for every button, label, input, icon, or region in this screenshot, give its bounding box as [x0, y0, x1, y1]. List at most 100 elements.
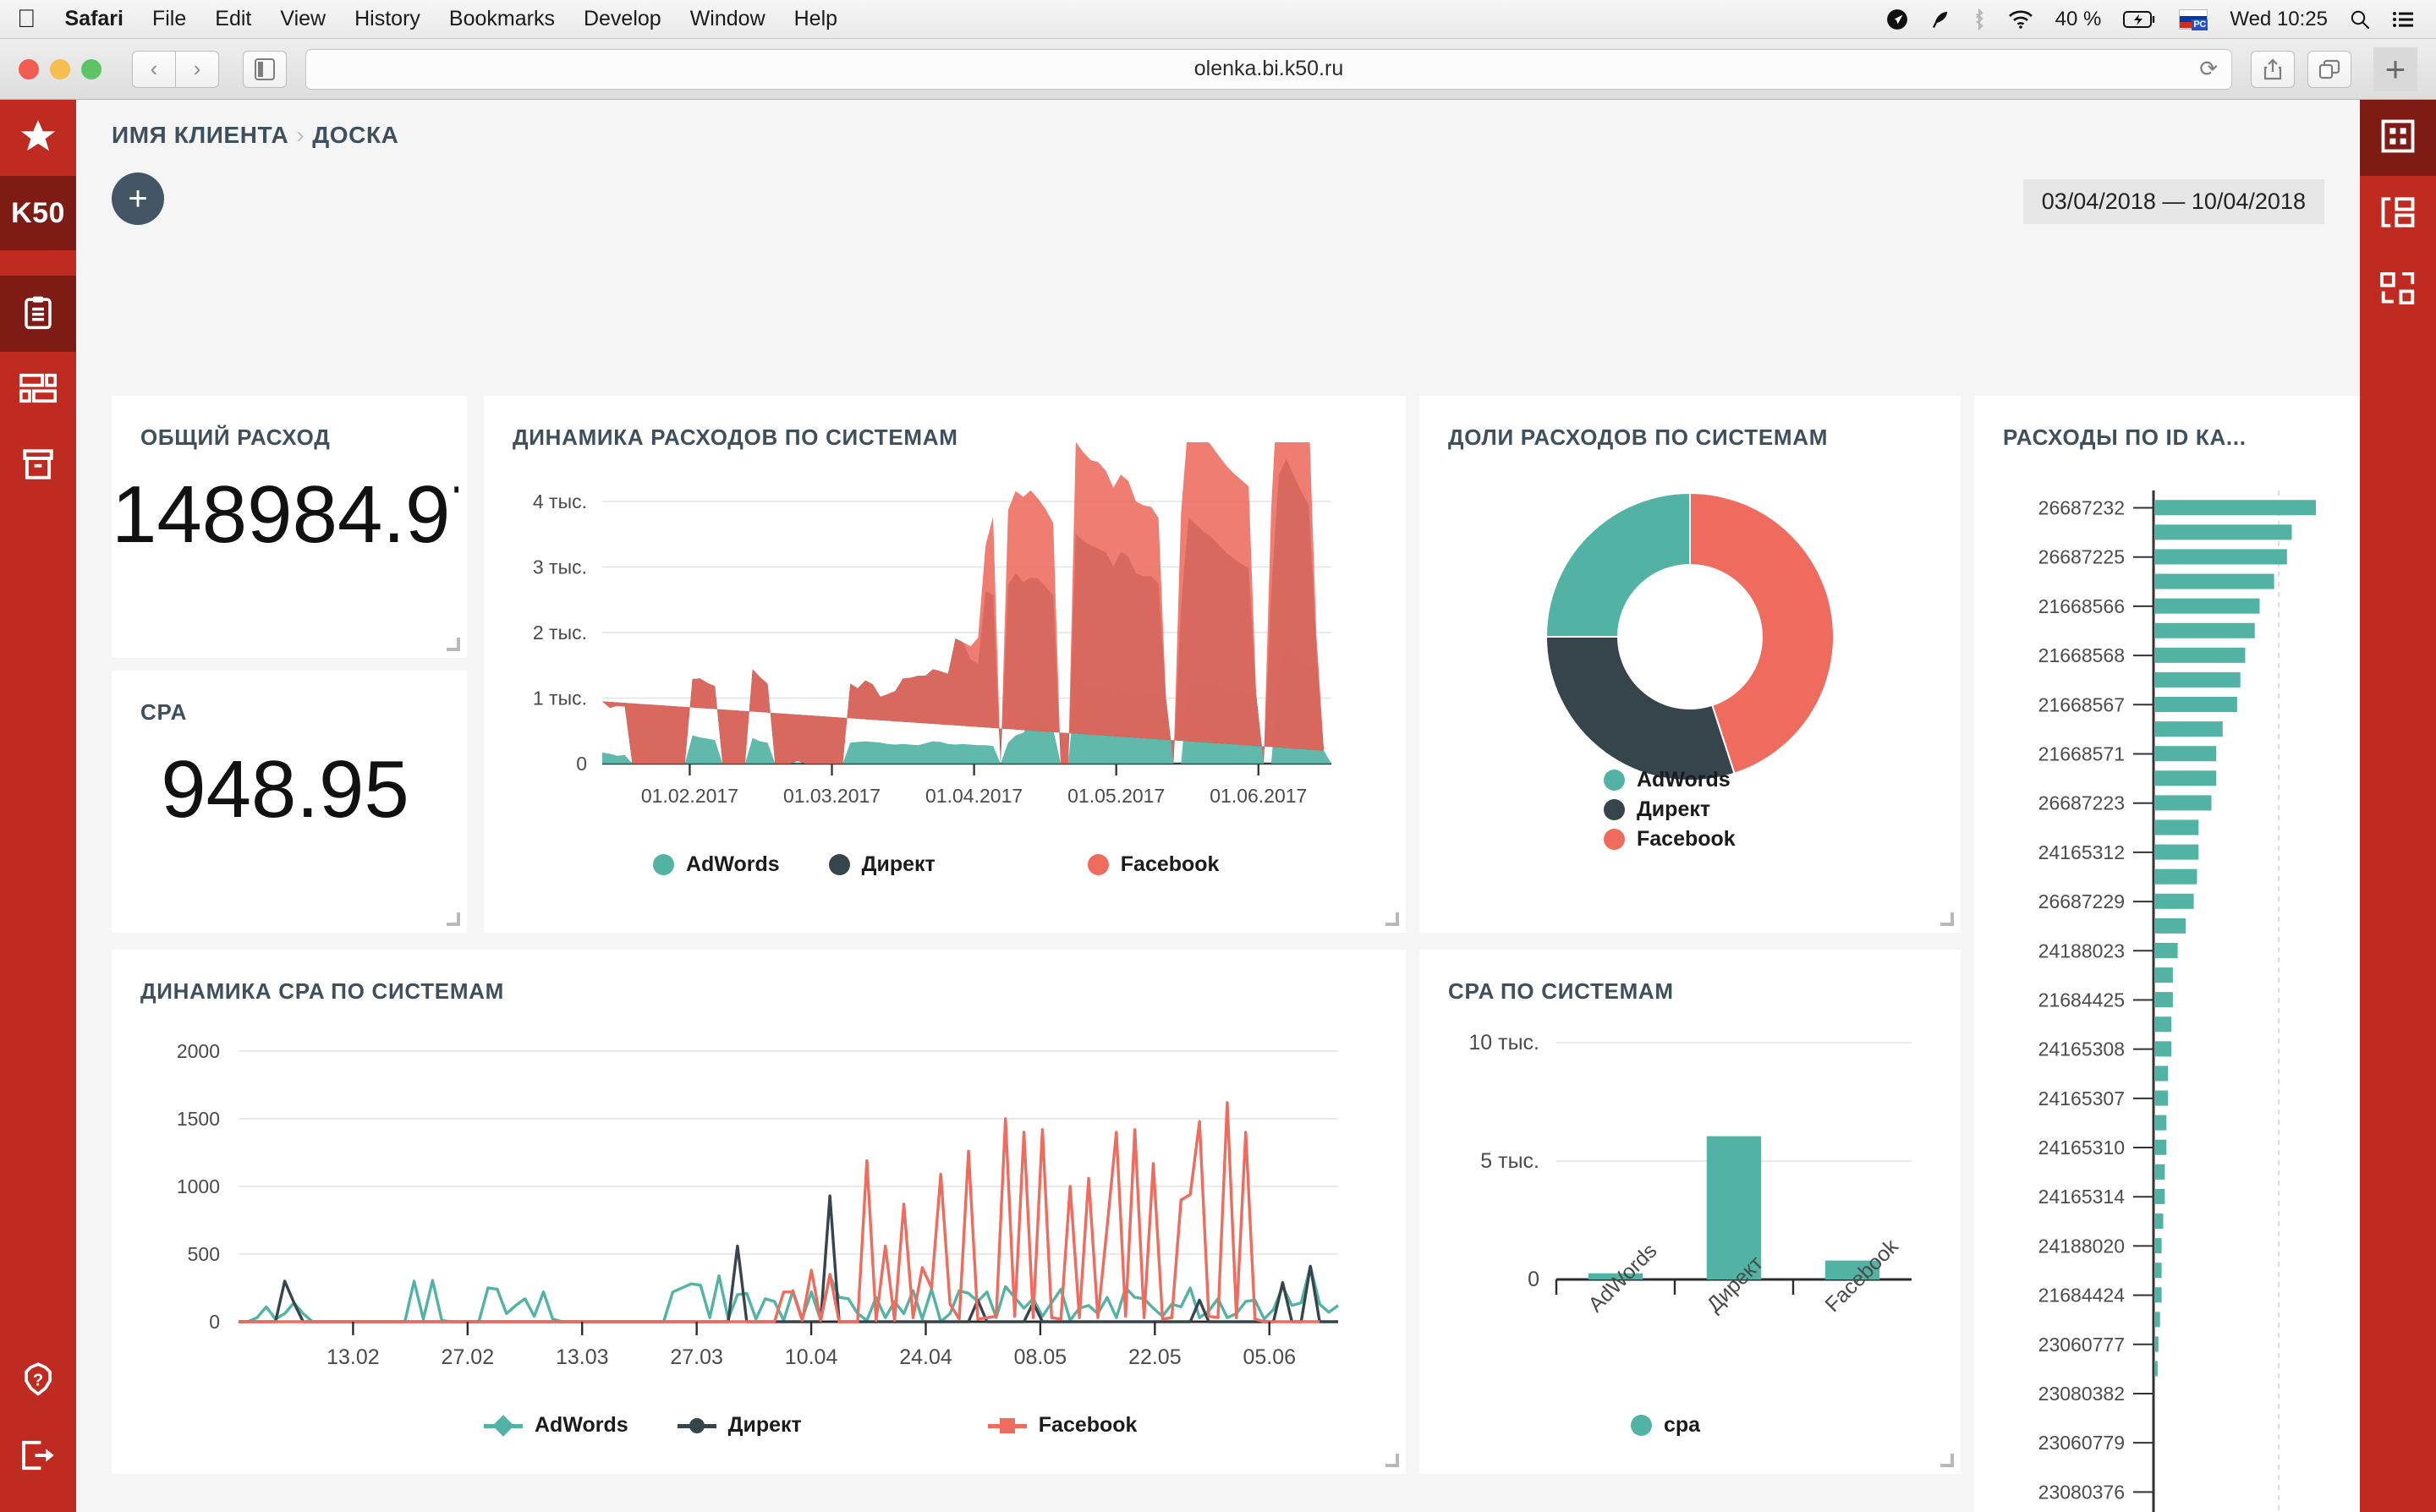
widget-cpa-dynamics[interactable]: ДИНАМИКА CPA ПО СИСТЕМАМ 0 500 1000 1500 200… [112, 950, 1406, 1474]
reload-icon[interactable]: ⟳ [2199, 56, 2218, 82]
minimize-window-button[interactable] [50, 58, 70, 79]
menu-window[interactable]: Window [690, 7, 765, 31]
wifi-icon[interactable] [2008, 9, 2033, 30]
bar[interactable] [2155, 1188, 2165, 1204]
breadcrumb-client[interactable]: ИМЯ КЛИЕНТА [112, 122, 288, 148]
sidebar-item-archive[interactable] [0, 428, 76, 504]
bar[interactable] [2155, 622, 2255, 638]
bar[interactable] [2155, 746, 2217, 762]
bar[interactable] [2155, 819, 2199, 835]
apple-menu-icon[interactable]:  [17, 6, 36, 32]
bar[interactable] [2155, 1336, 2159, 1352]
bar[interactable] [2155, 647, 2246, 663]
nav-buttons: ‹ › [132, 50, 219, 88]
menu-view[interactable]: View [280, 7, 326, 31]
flag-ru-icon[interactable]: РС [2179, 8, 2208, 30]
menu-bookmarks[interactable]: Bookmarks [449, 7, 555, 31]
right-nav-widgets-grid[interactable] [2360, 100, 2436, 176]
feather-icon[interactable] [1930, 8, 1950, 30]
resize-handle[interactable] [447, 912, 460, 926]
menu-edit[interactable]: Edit [215, 7, 251, 31]
bar[interactable] [2155, 967, 2173, 983]
breadcrumb-board[interactable]: ДОСКА [312, 122, 398, 148]
maximize-window-button[interactable] [81, 58, 102, 79]
bar[interactable] [2155, 1263, 2162, 1279]
donut-slice-AdWords[interactable] [1544, 491, 1691, 638]
bar[interactable] [2155, 573, 2274, 589]
bar[interactable] [2155, 524, 2292, 540]
bar[interactable] [2155, 1287, 2162, 1303]
bar[interactable] [2155, 1164, 2165, 1180]
resize-handle[interactable] [447, 638, 460, 651]
bar[interactable] [2155, 1312, 2160, 1328]
bar[interactable] [2155, 795, 2212, 811]
legend-swatch [1631, 1415, 1652, 1436]
menu-safari[interactable]: Safari [65, 7, 123, 31]
bar[interactable] [2155, 1139, 2167, 1155]
bar[interactable] [2155, 868, 2197, 885]
bar[interactable] [2155, 1090, 2169, 1106]
close-window-button[interactable] [19, 58, 39, 79]
tab-overview-icon[interactable] [2307, 50, 2351, 88]
new-tab-button[interactable]: + [2373, 47, 2417, 91]
back-button[interactable]: ‹ [132, 50, 176, 88]
bar[interactable] [2155, 598, 2260, 614]
sidebar-item-help[interactable]: ? [0, 1343, 76, 1419]
sidebar-toggle-icon[interactable] [243, 50, 287, 88]
forward-button[interactable]: › [175, 50, 219, 88]
resize-handle[interactable] [1385, 1454, 1399, 1467]
widget-total-spend[interactable]: ОБЩИЙ РАСХОД 148984.97 [112, 396, 467, 658]
widget-cpa-kpi[interactable]: CPA 948.95 [112, 671, 467, 933]
sidebar-item-logout[interactable] [0, 1419, 76, 1495]
bar[interactable] [2155, 500, 2316, 516]
sidebar-brand-k50[interactable]: K50 [0, 176, 76, 250]
bar[interactable] [2155, 1213, 2164, 1230]
bar[interactable] [2155, 1041, 2171, 1057]
widget-cpa-by-system[interactable]: CPA ПО СИСТЕМАМ 05 тыс. 10 тыс. AdWords Дир… [1419, 950, 1961, 1474]
bar[interactable] [2155, 918, 2186, 934]
bar[interactable] [2155, 721, 2223, 737]
layout-split-icon [2380, 196, 2416, 233]
bar-category-label: 24165308 [2038, 1038, 2125, 1060]
bar[interactable] [2155, 1016, 2171, 1033]
battery-icon[interactable] [2123, 10, 2157, 29]
bar[interactable] [2155, 1066, 2169, 1082]
bar[interactable] [2155, 992, 2173, 1008]
spotlight-search-icon[interactable] [2350, 9, 2370, 30]
date-range-picker[interactable]: 03/04/2018 — 10/04/2018 [2022, 179, 2324, 224]
location-icon[interactable] [1886, 8, 1908, 30]
sidebar-item-dashboards[interactable] [0, 352, 76, 428]
widget-spend-by-id[interactable]: РАСХОДЫ ПО ID КА... 26687232 26687225 2166… [1974, 396, 2360, 1512]
cpa-value: 948.95 [161, 744, 409, 835]
widget-spend-dynamics[interactable]: ДИНАМИКА РАСХОДОВ ПО СИСТЕМАМ 01 тыс. 2 т… [484, 396, 1406, 933]
share-icon[interactable] [2251, 50, 2295, 88]
bar[interactable] [2155, 893, 2194, 909]
menu-file[interactable]: File [152, 7, 186, 31]
bar[interactable] [2155, 942, 2178, 958]
right-nav-layout-split[interactable] [2360, 176, 2436, 252]
donut-slice-Директ[interactable] [1544, 636, 1736, 781]
bar[interactable] [2155, 696, 2237, 713]
bar[interactable] [2155, 1361, 2158, 1377]
bar[interactable] [2155, 770, 2217, 786]
bar[interactable] [2155, 1115, 2167, 1131]
menu-develop[interactable]: Develop [584, 7, 661, 31]
resize-handle[interactable] [1940, 912, 1954, 926]
address-bar[interactable]: olenka.bi.k50.ru ⟳ [305, 48, 2232, 90]
clock-label[interactable]: Wed 10:25 [2230, 8, 2328, 31]
resize-handle[interactable] [1385, 912, 1399, 926]
sidebar-item-reports[interactable] [0, 276, 76, 352]
menu-help[interactable]: Help [794, 7, 837, 31]
bar[interactable] [2155, 671, 2241, 688]
right-nav-layout-scatter[interactable] [2360, 252, 2436, 328]
sidebar-item-favorites[interactable] [0, 100, 76, 176]
bar[interactable] [2155, 549, 2287, 565]
bar[interactable] [2155, 1238, 2162, 1254]
add-widget-button[interactable]: + [112, 173, 164, 225]
widget-spend-shares[interactable]: ДОЛИ РАСХОДОВ ПО СИСТЕМАМ AdWords Директ F… [1419, 396, 1961, 933]
resize-handle[interactable] [1940, 1454, 1954, 1467]
bluetooth-icon[interactable] [1972, 8, 1986, 30]
notification-center-icon[interactable] [2392, 10, 2414, 29]
bar[interactable] [2155, 844, 2199, 860]
menu-history[interactable]: History [354, 7, 420, 31]
